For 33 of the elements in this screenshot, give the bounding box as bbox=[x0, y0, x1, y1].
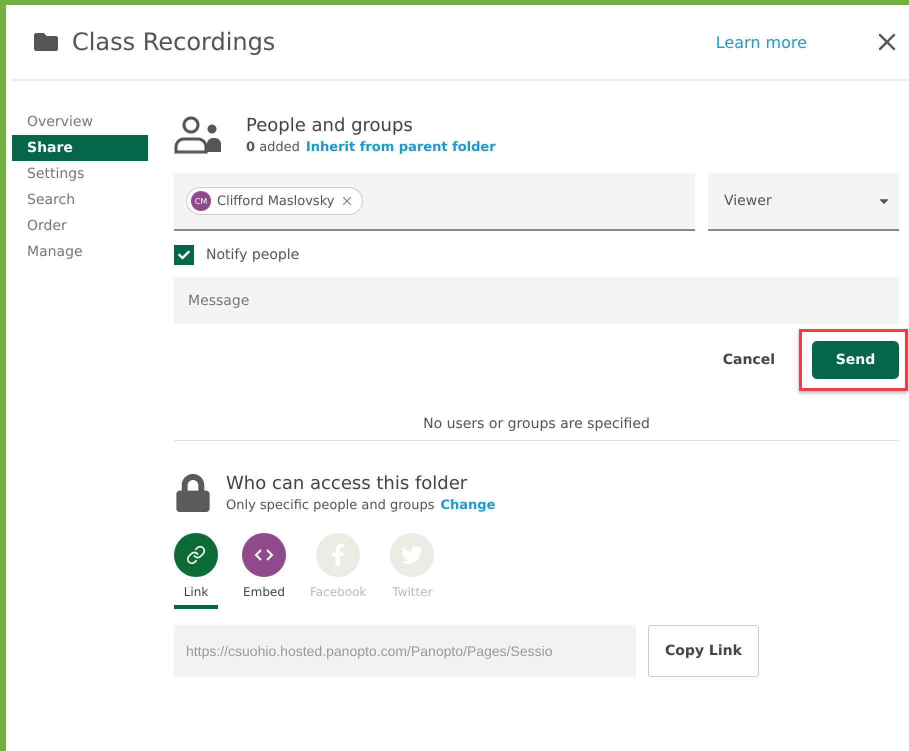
lock-icon bbox=[174, 474, 212, 512]
sidebar-item[interactable]: Manage bbox=[12, 239, 148, 265]
folder-icon bbox=[34, 30, 58, 54]
message-field[interactable]: Message bbox=[174, 277, 899, 324]
sidebar-item[interactable]: Settings bbox=[12, 161, 148, 187]
access-subtitle: Only specific people and groups bbox=[226, 498, 434, 513]
sidebar-item[interactable]: Share bbox=[12, 135, 148, 161]
avatar: CM bbox=[191, 191, 211, 211]
notify-label: Notify people bbox=[206, 247, 300, 263]
twitter-icon bbox=[401, 544, 424, 566]
sidebar-item[interactable]: Overview bbox=[12, 109, 148, 135]
cancel-button[interactable]: Cancel bbox=[716, 351, 781, 369]
inherit-link[interactable]: Inherit from parent folder bbox=[306, 140, 496, 155]
sidebar-item[interactable]: Search bbox=[12, 187, 148, 213]
check-icon bbox=[178, 249, 190, 261]
person-chip[interactable]: CM Clifford Maslovsky bbox=[186, 187, 364, 215]
sidebar-item[interactable]: Order bbox=[12, 213, 148, 239]
link-field[interactable]: https://csuohio.hosted.panopto.com/Panopto/Pages/Sessio bbox=[174, 625, 636, 677]
role-dropdown[interactable]: Viewer bbox=[708, 173, 899, 231]
window-title: Class Recordings bbox=[72, 28, 276, 56]
link-icon bbox=[186, 545, 206, 565]
copy-link-button[interactable]: Copy Link bbox=[648, 625, 759, 677]
send-button[interactable]: Send bbox=[812, 341, 899, 379]
empty-message: No users or groups are specified bbox=[174, 416, 899, 441]
added-count: 0 added bbox=[246, 140, 300, 155]
section-title: People and groups bbox=[246, 115, 414, 136]
notify-checkbox[interactable] bbox=[174, 245, 194, 265]
person-name: Clifford Maslovsky bbox=[217, 194, 334, 208]
people-field[interactable]: CM Clifford Maslovsky bbox=[174, 173, 695, 231]
code-icon bbox=[254, 548, 274, 562]
section-title: Who can access this folder bbox=[226, 473, 468, 494]
learn-more-link[interactable]: Learn more bbox=[716, 32, 807, 52]
change-link[interactable]: Change bbox=[440, 498, 496, 513]
